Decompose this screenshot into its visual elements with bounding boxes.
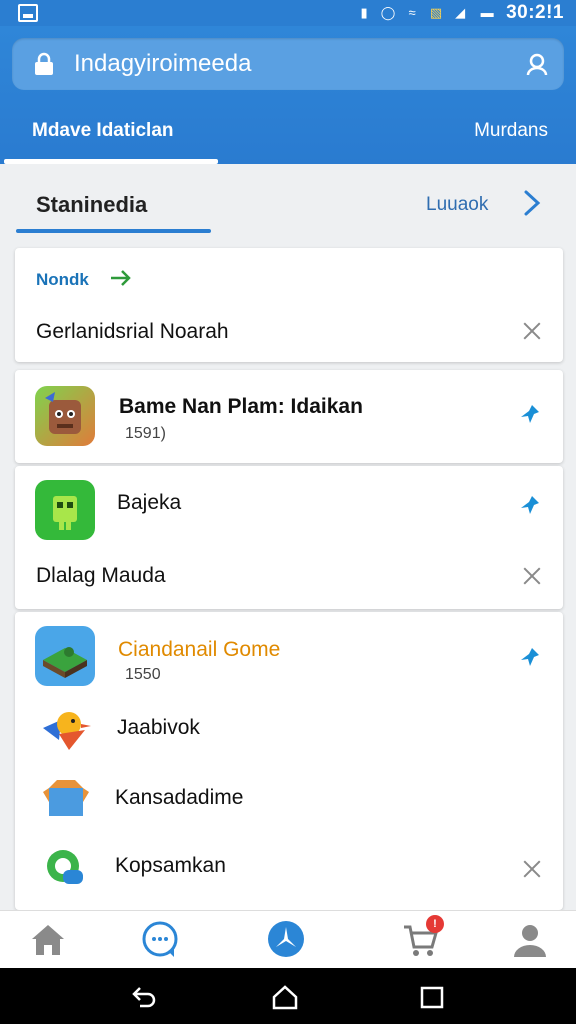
status-time: 30:2!1 [506, 2, 564, 23]
card-item-label[interactable]: Gerlanidsrial Noarah [36, 320, 229, 344]
app-name: Bame Nan Plam: Idaikan [119, 395, 363, 418]
app-header: Indagyiroimeeda Mdave Idaticlan Murdans [0, 26, 576, 164]
list-item-label[interactable]: Kopsamkan [115, 854, 226, 878]
bubble-icon [47, 850, 83, 884]
tab-bar: Mdave Idaticlan Murdans [0, 106, 576, 164]
game-icon [35, 480, 95, 540]
box-icon [43, 780, 89, 816]
game-icon [35, 626, 95, 686]
arrow-right-icon [111, 270, 131, 286]
card-top-label[interactable]: Nondk [36, 270, 89, 290]
app-name: Ciandanail Gome [118, 638, 281, 661]
notice-card: Nondk Gerlanidsrial Noarah [15, 248, 563, 362]
close-icon[interactable] [521, 858, 543, 880]
user-icon[interactable] [524, 51, 550, 77]
game-icon [35, 386, 95, 446]
system-nav [0, 968, 576, 1024]
app-name: Bajeka [117, 491, 182, 514]
lock-icon [35, 52, 53, 75]
bird-icon [43, 712, 91, 750]
battery-icon: ▬ [480, 5, 494, 20]
recents-icon[interactable] [418, 984, 446, 1010]
close-icon[interactable] [521, 565, 543, 587]
app-list-card: Ciandanail Gome 1550 Jaabivok Kansadadim… [15, 612, 563, 910]
tab-inactive[interactable]: Murdans [474, 120, 548, 142]
gallery-icon [18, 4, 38, 22]
cellular-icon: ◢ [455, 5, 466, 20]
notification-icon: ▮ [360, 5, 368, 20]
home-button-icon[interactable] [271, 984, 299, 1010]
explore-icon[interactable] [266, 919, 306, 959]
cart-badge: ! [426, 915, 444, 933]
close-icon[interactable] [521, 320, 543, 342]
section-header: Staninedia Luuaok [0, 164, 576, 246]
cart-button[interactable]: ! [400, 915, 444, 959]
tab-active[interactable]: Mdave Idaticlan [32, 120, 174, 142]
search-title: Indagyiroimeeda [74, 50, 252, 77]
list-item-label[interactable]: Kansadadime [115, 786, 243, 810]
section-title[interactable]: Staninedia [36, 192, 147, 218]
back-icon[interactable] [130, 984, 158, 1010]
signal-icon: ▧ [429, 5, 443, 20]
list-item-label[interactable]: Jaabivok [117, 716, 200, 740]
pin-icon[interactable] [519, 646, 541, 670]
bottom-nav: ! [0, 910, 576, 968]
section-underline [16, 229, 211, 233]
pin-icon[interactable] [519, 403, 541, 427]
search-bar[interactable]: Indagyiroimeeda [12, 38, 564, 90]
chat-icon[interactable] [140, 919, 180, 959]
section-link[interactable]: Luuaok [426, 194, 488, 216]
alarm-icon: ◯ [380, 5, 396, 20]
pin-icon[interactable] [519, 494, 541, 518]
profile-icon[interactable] [510, 919, 550, 959]
app-card[interactable]: Bajeka Dlalag Mauda [15, 466, 563, 609]
list-item-label[interactable]: Dlalag Mauda [36, 564, 166, 588]
app-card[interactable]: Bame Nan Plam: Idaikan 1591) [15, 370, 563, 463]
app-count: 1550 [125, 666, 161, 683]
wifi-icon: ≈ [408, 5, 416, 20]
home-icon[interactable] [28, 919, 68, 959]
status-bar: ▮ ◯ ≈ ▧ ◢ ▬ 30:2!1 [0, 0, 576, 26]
chevron-right-icon[interactable] [520, 188, 544, 218]
app-count: 1591) [125, 425, 166, 442]
